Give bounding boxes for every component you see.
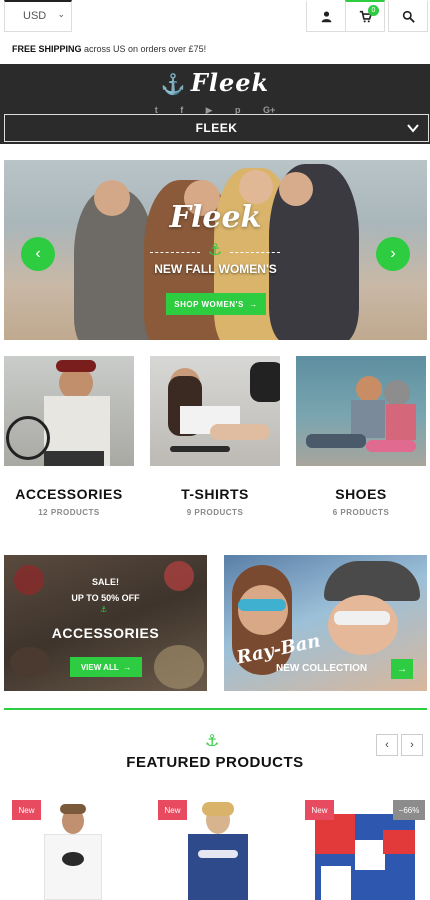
category-title[interactable]: T-SHIRTS	[150, 486, 280, 502]
promo-title: ACCESSORIES	[51, 625, 160, 641]
category-count: 9 PRODUCTS	[186, 508, 244, 517]
promo-title: NEW COLLECTION	[276, 663, 368, 674]
hero-divider-left	[150, 252, 200, 253]
anchor-icon: ⚓	[160, 72, 187, 96]
shop-womens-button[interactable]: SHOP WOMEN'S →	[166, 293, 266, 315]
top-bar: USD ⌄ 0	[0, 0, 430, 36]
user-icon	[321, 11, 331, 23]
featured-next-button[interactable]: ›	[401, 734, 423, 756]
category-title[interactable]: ACCESSORIES	[4, 486, 134, 502]
new-badge: New	[305, 800, 334, 820]
category-t-shirts[interactable]: T-SHIRTS 9 PRODUCTS	[150, 356, 280, 517]
featured-products-title: FEATURED PRODUCTS	[126, 754, 304, 771]
new-badge: New	[158, 800, 187, 820]
main-nav-toggle[interactable]: FLEEK	[4, 114, 429, 142]
product-card[interactable]: New −66%	[305, 800, 425, 900]
product-card[interactable]: New	[12, 800, 132, 900]
account-button[interactable]	[306, 0, 346, 32]
main-nav-label: FLEEK	[195, 121, 238, 135]
site-logo[interactable]: ⚓ Fleek	[0, 68, 430, 97]
chevron-left-icon: ‹	[385, 739, 389, 751]
site-header: ⚓ Fleek t f ▶ p G+ FLEEK	[0, 64, 430, 144]
featured-prev-button[interactable]: ‹	[376, 734, 398, 756]
chevron-right-icon: ›	[410, 739, 414, 751]
section-divider	[4, 708, 427, 710]
product-card[interactable]: New	[158, 800, 278, 900]
category-count: 6 PRODUCTS	[332, 508, 390, 517]
anchor-icon: ⚓	[100, 605, 108, 614]
arrow-right-icon: →	[123, 662, 132, 672]
anchor-icon: ⚓	[205, 733, 220, 750]
currency-value: USD	[23, 10, 47, 22]
promo-arrow-button[interactable]: →	[391, 659, 413, 679]
category-image	[4, 356, 134, 466]
view-all-label: VIEW ALL	[80, 662, 119, 672]
promo-discount-label: UP TO 50% OFF	[71, 593, 140, 603]
currency-select[interactable]: USD ⌄	[4, 0, 72, 32]
category-image	[296, 356, 426, 466]
category-count: 12 PRODUCTS	[38, 508, 100, 517]
cart-button[interactable]: 0	[345, 0, 385, 32]
category-shoes[interactable]: SHOES 6 PRODUCTS	[296, 356, 426, 517]
category-image	[150, 356, 280, 466]
promo-rayban-banner[interactable]: Ray-Ban NEW COLLECTION →	[224, 555, 427, 691]
promo-sale-label: SALE!	[92, 577, 119, 587]
search-icon	[402, 10, 415, 23]
discount-badge: −66%	[393, 800, 425, 820]
shipping-notice-bold: FREE SHIPPING	[12, 44, 82, 54]
site-logo-text: Fleek	[190, 68, 270, 97]
hero-subtitle: NEW FALL WOMEN'S	[154, 262, 277, 276]
arrow-right-icon: →	[249, 299, 258, 309]
view-all-button[interactable]: VIEW ALL →	[70, 657, 142, 677]
hero-slider: ‹ › Fleek ⚓ NEW FALL WOMEN'S SHOP WOMEN'…	[4, 160, 427, 340]
new-badge: New	[12, 800, 41, 820]
chevron-down-icon	[407, 124, 419, 133]
shipping-notice-text: across US on orders over £75!	[81, 44, 207, 54]
hero-divider-right	[230, 252, 280, 253]
hero-script-title: Fleek	[169, 200, 262, 235]
category-accessories[interactable]: ACCESSORIES 12 PRODUCTS	[4, 356, 134, 517]
shipping-notice: FREE SHIPPING across US on orders over £…	[12, 44, 206, 54]
cart-count-badge: 0	[368, 5, 379, 16]
arrow-right-icon: →	[397, 663, 407, 675]
category-title[interactable]: SHOES	[296, 486, 426, 502]
promo-accessories-banner[interactable]: SALE! UP TO 50% OFF ⚓ ACCESSORIES VIEW A…	[4, 555, 207, 691]
search-button[interactable]	[388, 0, 428, 32]
shop-womens-label: SHOP WOMEN'S	[174, 299, 244, 309]
anchor-icon: ⚓	[208, 242, 223, 259]
chevron-down-icon: ⌄	[57, 9, 65, 19]
